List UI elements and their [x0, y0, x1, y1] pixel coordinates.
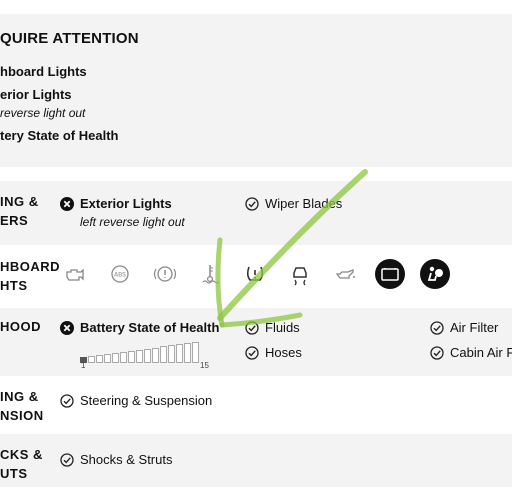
battery-icon[interactable]	[375, 259, 405, 289]
meter-segment	[160, 346, 167, 364]
exterior-lights-label: Exterior Lights	[80, 196, 172, 211]
meter-segment	[112, 353, 119, 364]
meter-segment	[152, 347, 159, 364]
shocks-struts-label: Shocks & Struts	[80, 452, 173, 467]
check-circle-icon	[430, 345, 444, 360]
oil-can-icon[interactable]	[330, 259, 360, 289]
coolant-temp-icon[interactable]	[195, 259, 225, 289]
attention-item-dashboard-lights: hboard Lights	[0, 64, 87, 79]
meter-segment	[168, 345, 175, 364]
check-circle-icon	[245, 320, 259, 335]
row-dashboard-lights: HBOARD HTS ABS	[0, 245, 512, 305]
meter-segment	[96, 355, 103, 364]
check-circle-icon	[245, 345, 259, 360]
tire-pressure-icon[interactable]	[240, 259, 270, 289]
battery-health-item[interactable]: Battery State of Health	[60, 320, 219, 335]
attention-title: QUIRE ATTENTION	[0, 30, 139, 47]
meter-segment	[136, 349, 143, 364]
exterior-lights-item[interactable]: Exterior Lights	[60, 196, 172, 211]
brake-icon[interactable]	[150, 259, 180, 289]
attention-note: reverse light out	[0, 106, 86, 120]
airbag-icon[interactable]	[420, 259, 450, 289]
category-label: CKS & UTS	[0, 447, 43, 481]
cabin-air-filter-item[interactable]: Cabin Air F	[430, 345, 512, 360]
fluids-label: Fluids	[265, 320, 300, 335]
meter-segment	[184, 343, 191, 364]
attention-panel: QUIRE ATTENTION hboard Lights erior Ligh…	[0, 14, 512, 167]
row-steering: ING & NSION Steering & Suspension	[0, 376, 512, 434]
check-circle-icon	[245, 196, 259, 211]
meter-segment	[128, 350, 135, 364]
meter-max-label: 15	[200, 361, 209, 370]
traction-icon[interactable]	[285, 259, 315, 289]
meter-min-label: 1	[81, 361, 86, 370]
check-circle-icon	[60, 452, 74, 467]
abs-icon[interactable]: ABS	[105, 259, 135, 289]
dashboard-icon-strip: ABS	[60, 259, 465, 289]
check-circle-icon	[60, 393, 74, 408]
hoses-item[interactable]: Hoses	[245, 345, 302, 360]
cabin-air-filter-label: Cabin Air F	[450, 345, 512, 360]
steering-suspension-label: Steering & Suspension	[80, 393, 213, 408]
meter-segment	[176, 344, 183, 364]
steering-suspension-item[interactable]: Steering & Suspension	[60, 393, 212, 408]
category-label: ING & NSION	[0, 389, 44, 423]
meter-segment	[88, 356, 95, 364]
air-filter-item[interactable]: Air Filter	[430, 320, 498, 335]
row-lighting: ING & ERS Exterior Lights left reverse li…	[0, 181, 512, 245]
air-filter-label: Air Filter	[450, 320, 499, 335]
shocks-struts-item[interactable]: Shocks & Struts	[60, 452, 172, 467]
battery-health-label: Battery State of Health	[80, 320, 220, 335]
meter-segment	[104, 354, 111, 364]
check-circle-icon	[430, 320, 444, 335]
meter-segment	[144, 348, 151, 364]
category-label: ING & ERS	[0, 194, 39, 228]
meter-segment	[192, 342, 199, 364]
alert-x-icon	[60, 196, 74, 211]
wiper-blades-label: Wiper Blades	[265, 196, 343, 211]
battery-health-meter	[80, 342, 200, 364]
wiper-blades-item[interactable]: Wiper Blades	[245, 196, 342, 211]
exterior-lights-note: left reverse light out	[80, 215, 185, 229]
fluids-item[interactable]: Fluids	[245, 320, 300, 335]
category-label: HOOD	[0, 319, 41, 334]
hoses-label: Hoses	[265, 345, 302, 360]
svg-text:ABS: ABS	[114, 272, 126, 279]
engine-icon[interactable]	[60, 259, 90, 289]
category-label: HBOARD HTS	[0, 259, 61, 293]
row-under-hood: HOOD Battery State of Health Fluids Hose…	[0, 308, 512, 376]
meter-segment	[120, 351, 127, 364]
row-shocks: CKS & UTS Shocks & Struts	[0, 434, 512, 487]
attention-item-battery: tery State of Health	[0, 128, 119, 143]
attention-item-exterior-lights: erior Lights	[0, 87, 72, 102]
alert-x-icon	[60, 320, 74, 335]
